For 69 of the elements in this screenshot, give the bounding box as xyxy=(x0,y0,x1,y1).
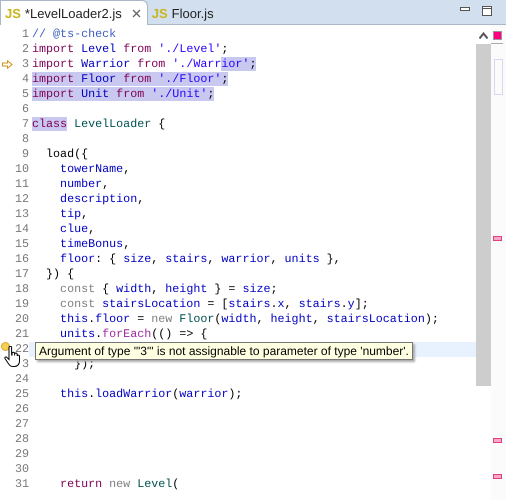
code-line: clue, xyxy=(59,222,96,237)
ruler-error-marker[interactable] xyxy=(493,438,502,443)
js-file-icon: JS xyxy=(152,6,168,20)
line-number: 18 xyxy=(14,282,29,297)
line-number: 6 xyxy=(20,102,29,117)
error-indicator-icon xyxy=(493,31,502,40)
code-line: number, xyxy=(59,177,110,192)
code-line: const { width, height } = size; xyxy=(59,282,279,297)
editor-tab[interactable]: JS *LevelLoader2.js xyxy=(0,0,148,25)
line-number: 17 xyxy=(14,267,29,282)
line-number: 3 xyxy=(20,357,29,372)
code-line: import Level from './Level'; xyxy=(31,42,230,57)
line-number: 22 xyxy=(14,342,29,357)
chevron-up-icon[interactable] xyxy=(479,32,488,39)
code-line: const stairsLocation = [stairs.x, stairs.y]; xyxy=(59,297,370,312)
line-number: 19 xyxy=(14,297,29,312)
line-number: 10 xyxy=(14,162,29,177)
line-number: 3 xyxy=(20,57,29,72)
line-number: 20 xyxy=(14,312,29,327)
line-number: 13 xyxy=(14,207,29,222)
line-number: 4 xyxy=(20,72,29,87)
line-number: 21 xyxy=(14,327,29,342)
code-line: import Warrior from './Warrior'; xyxy=(31,57,258,72)
line-number: 8 xyxy=(20,132,29,147)
line-number: 11 xyxy=(14,177,29,192)
line-number: 27 xyxy=(14,417,29,432)
code-line: this.floor = new Floor(width, height, stairsLocation); xyxy=(59,312,440,327)
ruler-selection-marker[interactable] xyxy=(494,59,503,95)
line-number: 16 xyxy=(14,252,29,267)
arrow-icon xyxy=(2,60,13,69)
ruler-error-marker[interactable] xyxy=(493,236,502,241)
code-line: description, xyxy=(59,192,146,207)
line-number: 9 xyxy=(20,147,29,162)
line-number: 14 xyxy=(14,222,29,237)
code-line: }) { xyxy=(45,267,76,282)
code-line: units.forEach(() => { xyxy=(59,327,208,342)
code-line: timeBonus, xyxy=(59,237,132,252)
line-number: 31 xyxy=(14,477,29,492)
js-file-icon: JS xyxy=(5,6,21,20)
code-line: // @ts-check xyxy=(31,27,118,42)
code-line: import Unit from './Unit'; xyxy=(31,87,216,102)
code-line: floor: { size, stairs, warrior, units }, xyxy=(59,252,342,267)
maximize-icon[interactable] xyxy=(482,6,493,17)
line-number: 1 xyxy=(20,27,29,42)
code-line: return new Level( xyxy=(59,477,180,492)
line-number: 24 xyxy=(14,372,29,387)
line-number: 15 xyxy=(14,237,29,252)
line-number: 7 xyxy=(20,117,29,132)
line-number: 25 xyxy=(14,387,29,402)
code-line: import Floor from './Floor'; xyxy=(31,72,230,87)
ruler-error-marker[interactable] xyxy=(493,474,502,479)
minimize-icon[interactable] xyxy=(460,7,471,12)
code-line: tip, xyxy=(59,207,90,222)
error-tooltip: Argument of type '"3"' is not assignable to parameter of type 'number'. xyxy=(35,342,413,360)
editor-tab[interactable]: JS Floor.js xyxy=(148,1,220,25)
warning-icon[interactable] xyxy=(1,342,10,351)
code-line: this.loadWarrior(warrior); xyxy=(59,387,244,402)
line-number: 30 xyxy=(14,462,29,477)
line-number: 2 xyxy=(20,42,29,57)
close-icon[interactable] xyxy=(132,8,141,18)
line-number: 28 xyxy=(14,432,29,447)
code-line: load({ xyxy=(45,147,90,162)
line-number: 5 xyxy=(20,87,29,102)
line-number: 29 xyxy=(14,447,29,462)
code-line: towerName, xyxy=(59,162,132,177)
scrollbar-thumb[interactable] xyxy=(476,44,491,386)
line-number: 26 xyxy=(14,402,29,417)
line-number: 12 xyxy=(14,192,29,207)
code-line: class LevelLoader { xyxy=(31,117,166,132)
